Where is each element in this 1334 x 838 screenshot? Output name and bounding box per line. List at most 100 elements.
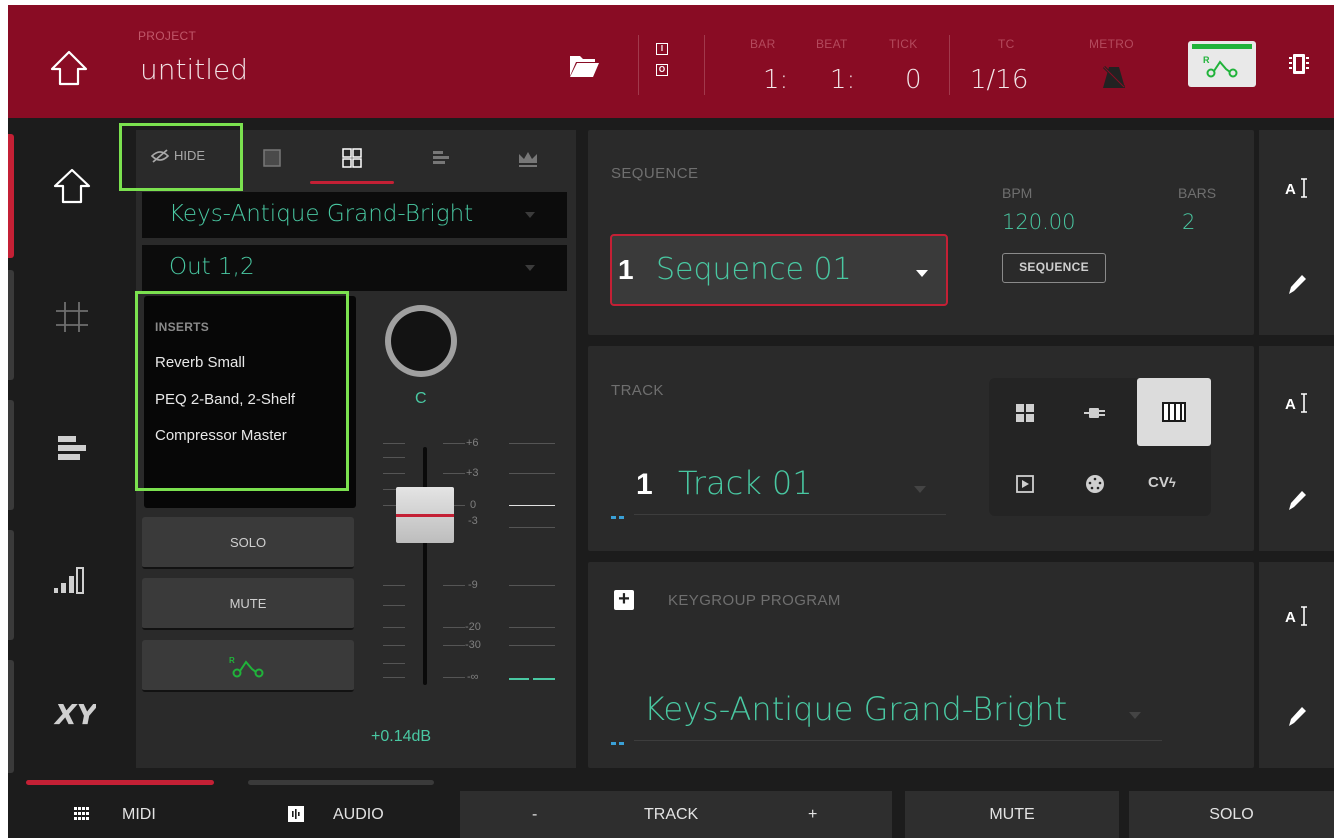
clip-play-icon[interactable]	[1003, 462, 1047, 506]
midi-port-icon[interactable]	[1073, 462, 1117, 506]
sequence-panel: SEQUENCE BPM 120.00 BARS 2 1 Sequence 01…	[588, 130, 1254, 335]
db-label: -30	[465, 639, 481, 651]
drum-pads-icon[interactable]	[1003, 391, 1047, 435]
scale-tick	[443, 677, 465, 678]
beat-value[interactable]: 1:	[830, 65, 855, 95]
pencil-icon[interactable]	[1283, 486, 1311, 514]
db-label: 0	[470, 499, 477, 511]
xy-pad-icon[interactable]: XY	[48, 690, 96, 734]
output-icon: O	[656, 64, 668, 76]
pan-knob[interactable]	[385, 305, 457, 377]
io-toggle[interactable]: I O	[656, 43, 670, 89]
bars-label: BARS	[1178, 185, 1217, 201]
track-next-button[interactable]: +	[808, 791, 817, 838]
track-label: TRACK	[611, 382, 664, 399]
automation-button[interactable]: R	[142, 640, 354, 692]
footer-mute-button[interactable]: MUTE	[905, 791, 1119, 838]
mixer-levels-icon[interactable]	[48, 558, 96, 602]
svg-text:A: A	[1285, 181, 1296, 198]
bar-label: BAR	[750, 37, 776, 51]
track-prev-button[interactable]: -	[532, 791, 537, 838]
output-select-value: Out 1,2	[169, 254, 255, 280]
bars-view-icon[interactable]	[429, 146, 453, 170]
metronome-off-icon[interactable]	[1101, 64, 1127, 90]
sequence-button[interactable]: SEQUENCE	[1002, 253, 1106, 283]
scale-tick	[383, 627, 405, 628]
audio-wave-icon	[288, 806, 304, 822]
add-program-button[interactable]: +	[614, 589, 634, 610]
folder-icon[interactable]	[568, 53, 600, 79]
midi-button[interactable]: MIDI	[8, 791, 228, 838]
scale-tick	[443, 473, 465, 474]
track-name[interactable]: Track 01	[678, 464, 813, 502]
rename-text-icon[interactable]: A	[1283, 174, 1311, 202]
sequence-side-tools: A	[1259, 130, 1334, 335]
list-edit-icon[interactable]	[48, 426, 96, 470]
home-nav-icon[interactable]	[48, 164, 96, 208]
bpm-value[interactable]: 120.00	[1002, 210, 1075, 234]
chevron-down-icon	[525, 212, 535, 218]
pencil-icon[interactable]	[1283, 702, 1311, 730]
separator	[638, 35, 639, 95]
track-nav-group: - TRACK +	[460, 791, 892, 838]
highlight-hide	[119, 123, 243, 191]
footer-solo-button[interactable]: SOLO	[1129, 791, 1334, 838]
program-name[interactable]: Keys-Antique Grand-Bright	[644, 690, 1067, 728]
program-select[interactable]: Keys-Antique Grand-Bright	[142, 192, 567, 238]
scale-tick	[443, 443, 465, 444]
program-underline	[634, 740, 1162, 741]
program-panel: + KEYGROUP PROGRAM Keys-Antique Grand-Br…	[588, 562, 1254, 768]
project-name[interactable]: untitled	[140, 53, 248, 86]
rename-text-icon[interactable]: A	[1283, 602, 1311, 630]
bar-value[interactable]: 1:	[763, 65, 788, 95]
audio-mode-indicator	[248, 780, 434, 785]
solo-button[interactable]: SOLO	[142, 517, 354, 569]
crown-icon[interactable]	[516, 146, 540, 170]
tick-value[interactable]: 0	[905, 65, 922, 95]
svg-text:R: R	[229, 656, 235, 665]
chip-icon[interactable]	[1288, 51, 1310, 77]
automation-mode-button[interactable]: R	[1188, 41, 1256, 87]
active-tab-indicator	[310, 181, 394, 184]
sequence-select[interactable]: 1 Sequence 01	[610, 234, 948, 306]
top-bar: PROJECT untitled I O BAR 1: BEAT 1: TICK…	[8, 5, 1334, 118]
scale-tick	[383, 457, 405, 458]
metro-label: METRO	[1089, 37, 1134, 51]
meter-zero-tick	[509, 505, 555, 506]
automation-active-bar	[1192, 44, 1252, 49]
bars-value[interactable]: 2	[1182, 210, 1195, 234]
pan-value: C	[415, 390, 427, 407]
db-label: -3	[468, 515, 478, 527]
cv-type-button[interactable]: CVϟ	[1148, 474, 1198, 494]
rename-text-icon[interactable]: A	[1283, 389, 1311, 417]
track-label-button: TRACK	[644, 806, 699, 823]
audio-button[interactable]: AUDIO	[238, 791, 448, 838]
scale-tick	[443, 585, 465, 586]
db-label: -9	[468, 579, 478, 591]
single-view-icon[interactable]	[260, 146, 284, 170]
tc-value[interactable]: 1/16	[970, 65, 1028, 95]
automation-icon: R	[1203, 55, 1238, 78]
grid-view-icon[interactable]	[48, 294, 96, 338]
mute-button[interactable]: MUTE	[142, 578, 354, 630]
pencil-icon[interactable]	[1283, 270, 1311, 298]
home-icon[interactable]	[48, 47, 90, 89]
meter-tick	[509, 443, 555, 444]
plugin-icon[interactable]	[1073, 391, 1117, 435]
volume-fader-area: +6 +3 0 -3 -9 -20 -30 -∞	[381, 435, 571, 705]
audio-label: AUDIO	[333, 806, 384, 823]
chevron-down-icon	[1129, 712, 1141, 719]
scale-tick	[443, 645, 465, 646]
scale-tick	[383, 443, 405, 444]
tc-label: TC	[998, 37, 1015, 51]
keygroup-type-button[interactable]	[1137, 378, 1211, 446]
output-select[interactable]: Out 1,2	[142, 245, 567, 291]
separator	[704, 35, 705, 95]
highlight-inserts	[135, 291, 349, 491]
piano-keys-icon	[1162, 402, 1186, 422]
nav-indicator	[8, 660, 14, 773]
volume-fader-handle[interactable]	[396, 487, 454, 543]
keyboard-grid-icon	[74, 807, 89, 820]
sequence-name: Sequence 01	[656, 252, 852, 287]
quad-view-icon[interactable]	[340, 146, 364, 170]
